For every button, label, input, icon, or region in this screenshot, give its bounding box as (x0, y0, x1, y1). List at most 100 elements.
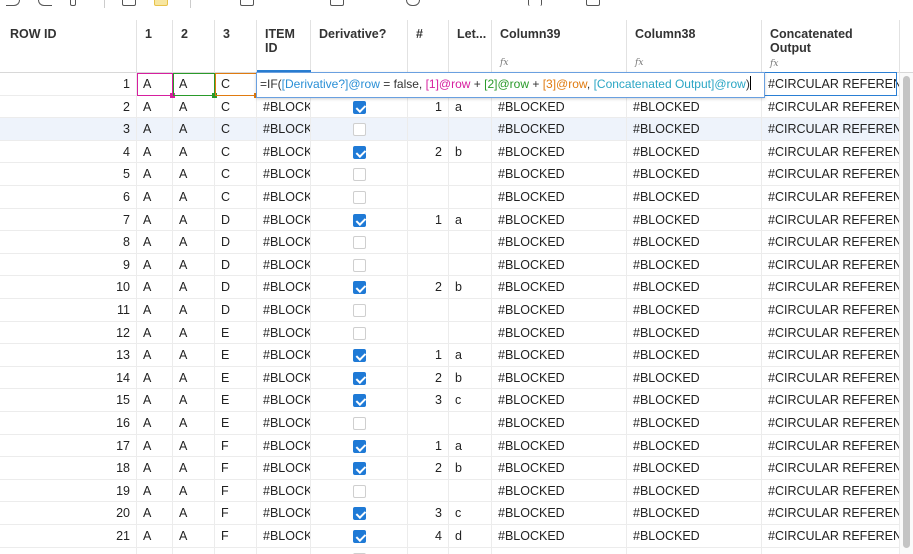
cell-col-2[interactable]: A (173, 299, 215, 322)
cell-column38[interactable]: #BLOCKED (627, 276, 762, 299)
cell-number[interactable]: 3 (408, 389, 449, 412)
cell-concatenated-output[interactable]: #CIRCULAR REFERENCE (762, 140, 900, 164)
header-letter[interactable]: Let... (449, 20, 492, 73)
derivative-checkbox[interactable] (353, 349, 366, 363)
cell-column38[interactable]: #BLOCKED (627, 163, 762, 186)
cell-col-3[interactable]: C (215, 186, 257, 209)
cell-number[interactable] (408, 118, 449, 141)
cell-concatenated-output[interactable]: #CIRCULAR REFERENCE (762, 208, 900, 232)
cell-letter[interactable] (449, 163, 492, 186)
cell-col-2[interactable]: A (173, 434, 215, 458)
insert-column-icon[interactable] (330, 0, 344, 6)
table-row[interactable]: 2AAC#BLOCKED1a#BLOCKED#BLOCKED#CIRCULAR … (0, 95, 900, 119)
cell-col-3[interactable]: C (215, 163, 257, 186)
cell-concatenated-output[interactable]: #CIRCULAR REFERENCE (762, 163, 900, 186)
derivative-checkbox[interactable] (353, 168, 366, 182)
derivative-checkbox[interactable] (353, 258, 366, 272)
cell-col-2[interactable]: A (173, 118, 215, 141)
header-col-2[interactable]: 2 (173, 20, 215, 73)
cell-letter[interactable] (449, 321, 492, 345)
cell-item-id[interactable]: #BLOCKED (257, 208, 311, 232)
table-row[interactable]: 15 A A E #BLOCKED 3c #BLOCKED #BLOCKED #CIRCULAR… (0, 389, 900, 412)
cell-letter[interactable]: b (449, 366, 492, 390)
cell-letter[interactable]: a (449, 95, 492, 119)
cell-col-3[interactable]: E (215, 366, 257, 390)
cell-column38[interactable]: #BLOCKED (627, 525, 762, 548)
bracket-icon[interactable] (528, 0, 542, 6)
row-id-cell[interactable]: 11 (0, 299, 137, 322)
cell-col-1[interactable]: A (137, 253, 173, 277)
cell-concatenated-output[interactable]: #CIRCULAR REFERENCE (762, 457, 900, 480)
derivative-checkbox[interactable] (353, 439, 366, 453)
cell-col-3[interactable]: E (215, 344, 257, 367)
cell-letter[interactable]: c (449, 389, 492, 412)
cell-col-1[interactable]: A (137, 140, 173, 164)
cell-item-id[interactable]: #BLOCKED (257, 276, 311, 299)
header-column38[interactable]: Column38 fx (627, 20, 762, 73)
row-id-cell[interactable]: 12 (0, 321, 137, 345)
cell-letter[interactable]: b (449, 276, 492, 299)
derivative-checkbox[interactable] (353, 530, 366, 543)
header-concatenated-output[interactable]: Concatenated Output fx (762, 20, 900, 73)
cell-col-3[interactable] (215, 547, 257, 554)
cell-item-id[interactable]: #BLOCKED (257, 434, 311, 458)
cell-item-id[interactable]: #BLOCKED (257, 479, 311, 503)
cell-col-1[interactable] (137, 547, 173, 554)
row-id-cell[interactable]: 20 (0, 502, 137, 525)
cell-number[interactable]: 2 (408, 276, 449, 299)
cell-col-3[interactable]: E (215, 389, 257, 412)
cell-column38[interactable]: #BLOCKED (627, 389, 762, 412)
cell-derivative[interactable] (311, 547, 408, 554)
cell-derivative[interactable] (311, 253, 408, 277)
cell-col-3[interactable]: F (215, 479, 257, 503)
cell-column38[interactable]: #BLOCKED (627, 366, 762, 390)
cell-column39[interactable]: #BLOCKED (492, 502, 627, 525)
cell-letter[interactable]: b (449, 140, 492, 164)
cell-concatenated-output[interactable]: #CIRCULAR REFERENCE (762, 73, 900, 96)
cell-number[interactable] (408, 253, 449, 277)
cell-col-1[interactable]: A (137, 276, 173, 299)
cell-derivative[interactable] (311, 412, 408, 435)
cell-number[interactable] (408, 299, 449, 322)
cell-column39[interactable]: #BLOCKED (492, 457, 627, 480)
header-col-3[interactable]: 3 (215, 20, 257, 73)
cell-column39[interactable]: #BLOCKED (492, 547, 627, 554)
cell-col-1[interactable]: A (137, 186, 173, 209)
cell-column38[interactable]: #BLOCKED (627, 412, 762, 435)
cell-col-1[interactable]: A (137, 457, 173, 480)
cell-col-3[interactable]: C (215, 140, 257, 164)
cell-column38[interactable]: #BLOCKED (627, 434, 762, 458)
cell-col-2[interactable]: A (173, 479, 215, 503)
cell-column39[interactable]: #BLOCKED (492, 95, 627, 119)
cell-column39[interactable]: #BLOCKED (492, 299, 627, 322)
cell-item-id[interactable]: #BLOCKED (257, 95, 311, 119)
cell-number[interactable]: 2 (408, 457, 449, 480)
cell-col-3[interactable]: D (215, 299, 257, 322)
highlight-icon[interactable] (154, 0, 168, 6)
cell-derivative[interactable] (311, 434, 408, 458)
cell-derivative[interactable] (311, 299, 408, 322)
cell-item-id[interactable]: #BLOCKED (257, 547, 311, 554)
cell-item-id[interactable]: #BLOCKED (257, 344, 311, 367)
cell-column39[interactable]: #BLOCKED (492, 389, 627, 412)
cell-number[interactable]: 2 (408, 140, 449, 164)
cell-col-2[interactable]: A (173, 525, 215, 548)
cell-col-3[interactable]: C (215, 73, 257, 96)
cell-col-2[interactable]: A (173, 366, 215, 390)
undo-icon[interactable] (6, 0, 20, 6)
cell-col-1[interactable]: A (137, 321, 173, 345)
cell-number[interactable]: 1 (408, 434, 449, 458)
table-row[interactable]: 9AAD#BLOCKED#BLOCKED#BLOCKED#CIRCULAR RE… (0, 253, 900, 277)
table-row[interactable]: 18 A A F #BLOCKED 2b #BLOCKED #BLOCKED #CIRCULAR… (0, 457, 900, 480)
table-row[interactable]: 4AAC#BLOCKED2b#BLOCKED#BLOCKED#CIRCULAR … (0, 140, 900, 164)
redo-icon[interactable] (38, 0, 52, 6)
cell-col-1[interactable]: A (137, 299, 173, 322)
derivative-checkbox[interactable] (353, 145, 366, 159)
derivative-checkbox[interactable] (353, 484, 366, 498)
cell-letter[interactable]: c (449, 502, 492, 525)
cell-column39[interactable]: #BLOCKED (492, 479, 627, 503)
cell-col-3[interactable]: E (215, 321, 257, 345)
row-id-cell[interactable]: 5 (0, 163, 137, 186)
cell-number[interactable]: 1 (408, 208, 449, 232)
cell-col-3[interactable]: F (215, 434, 257, 458)
